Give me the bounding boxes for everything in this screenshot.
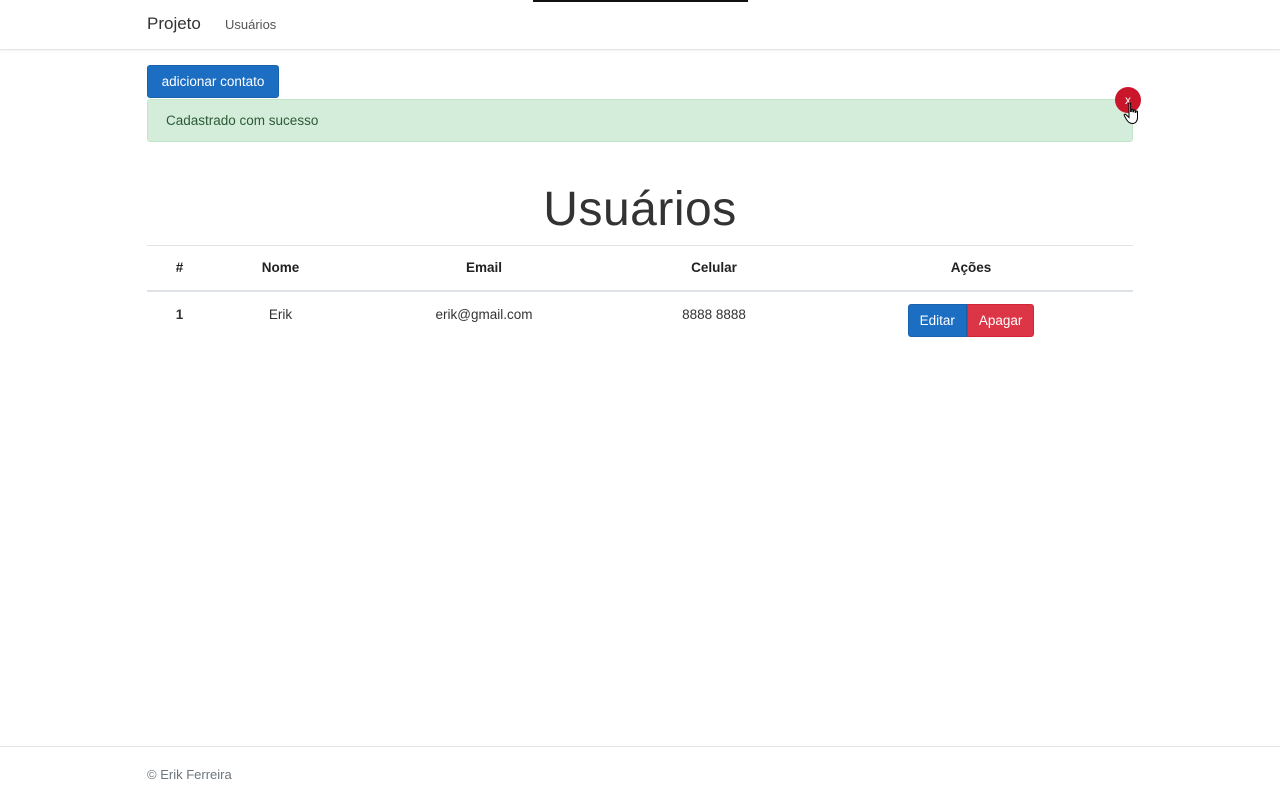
success-alert: Cadastrado com sucesso [147,99,1133,142]
page: Projeto Usuários adicionar contato Cadas… [0,0,1280,800]
cell-nome: Erik [268,306,293,322]
cell-id: 1 [175,306,184,322]
header-nome: Nome [212,245,349,292]
add-contact-button[interactable]: adicionar contato [147,65,279,98]
footer-copyright: © Erik Ferreira [147,767,232,782]
alert-message: Cadastrado com sucesso [166,113,319,128]
tab-indicator-line [533,0,748,2]
alert-close-button[interactable]: x [1115,87,1141,113]
header-acoes: Ações [809,245,1133,292]
header-celular: Celular [619,245,809,292]
delete-button[interactable]: Apagar [966,303,1035,337]
cell-email: erik@gmail.com [435,306,533,322]
header-email: Email [349,245,619,292]
footer: © Erik Ferreira [0,746,1280,800]
edit-button[interactable]: Editar [907,303,967,337]
row-actions: Editar Apagar [907,303,1035,337]
header-id: # [147,245,212,292]
users-table: # Nome Email Celular Ações 1 Erik erik@g… [147,245,1133,337]
top-navbar: Projeto Usuários [0,0,1280,50]
page-title: Usuários [543,183,737,236]
nav-link-usuarios[interactable]: Usuários [225,17,276,32]
cell-acoes: Editar Apagar [809,291,1133,337]
cell-celular: 8888 8888 [682,306,746,322]
navbar-brand[interactable]: Projeto [147,14,201,34]
table-header-row: # Nome Email Celular Ações [147,245,1133,292]
table-row: 1 Erik erik@gmail.com 8888 8888 Editar A… [147,291,1133,337]
